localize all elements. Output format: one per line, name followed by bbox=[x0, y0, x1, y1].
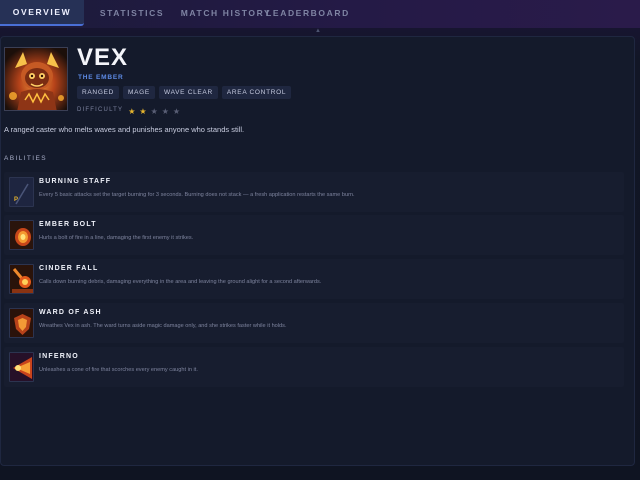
passive-key-label: P bbox=[14, 197, 19, 203]
difficulty-rating: DIFFICULTY ★ ★ ★ ★ ★ bbox=[77, 101, 184, 119]
champion-portrait-art-icon bbox=[5, 48, 67, 110]
meteor-icon bbox=[9, 264, 34, 294]
ability-row-ward-of-ash[interactable]: WARD OF ASH Wreathes Vex in ash. The war… bbox=[4, 303, 624, 343]
ability-row-cinder-fall[interactable]: CINDER FALL Calls down burning debris, d… bbox=[4, 259, 624, 299]
ability-description: Every 5 basic attacks set the target bur… bbox=[39, 192, 355, 198]
ability-name: CINDER FALL bbox=[39, 265, 99, 272]
fire-bolt-icon bbox=[9, 220, 34, 250]
tab-statistics[interactable]: STATISTICS bbox=[84, 0, 180, 26]
champion-name: VEX bbox=[77, 44, 129, 71]
ability-name: INFERNO bbox=[39, 353, 79, 360]
ability-name: EMBER BOLT bbox=[39, 221, 97, 228]
star-icon: ★ bbox=[150, 107, 158, 116]
ability-row-inferno[interactable]: INFERNO Unleashes a cone of fire that sc… bbox=[4, 347, 624, 387]
tab-match-history[interactable]: MATCH HISTORY bbox=[180, 0, 272, 26]
tag-mage: MAGE bbox=[123, 86, 155, 99]
star-icon: ★ bbox=[172, 107, 181, 116]
champion-title: THE EMBER bbox=[78, 74, 124, 81]
ability-name: BURNING STAFF bbox=[39, 178, 112, 185]
ability-description: Unleashes a cone of fire that scorches e… bbox=[39, 367, 198, 373]
champion-tags: RANGED MAGE WAVE CLEAR AREA CONTROL bbox=[77, 86, 292, 99]
tag-wave-clear: WAVE CLEAR bbox=[158, 86, 218, 99]
ability-description: Hurls a bolt of fire in a line, damaging… bbox=[39, 235, 194, 241]
ability-description: Wreathes Vex in ash. The ward turns asid… bbox=[39, 323, 287, 329]
staff-icon: P bbox=[9, 177, 34, 207]
ability-row-ember-bolt[interactable]: EMBER BOLT Hurls a bolt of fire in a lin… bbox=[4, 215, 624, 255]
difficulty-stars: ★ ★ ★ ★ ★ bbox=[128, 101, 184, 119]
difficulty-label: DIFFICULTY bbox=[77, 107, 124, 113]
shield-icon bbox=[9, 308, 34, 338]
champion-overview-panel: VEX THE EMBER RANGED MAGE WAVE CLEAR ARE… bbox=[0, 36, 635, 466]
champion-description: A ranged caster who melts waves and puni… bbox=[4, 125, 245, 134]
champion-portrait bbox=[4, 47, 68, 111]
tab-overview[interactable]: OVERVIEW bbox=[0, 0, 84, 26]
abilities-heading: ABILITIES bbox=[4, 155, 47, 162]
ability-description: Calls down burning debris, damaging ever… bbox=[39, 279, 322, 285]
caret-marker-icon: ▲ bbox=[315, 28, 321, 34]
flame-cone-icon bbox=[9, 352, 34, 382]
tab-leaderboard[interactable]: LEADERBOARD bbox=[266, 0, 348, 26]
top-navigation: OVERVIEW STATISTICS MATCH HISTORY LEADER… bbox=[0, 0, 640, 28]
tag-ranged: RANGED bbox=[77, 86, 120, 99]
ability-name: WARD OF ASH bbox=[39, 309, 102, 316]
star-icon: ★ bbox=[139, 107, 147, 116]
tag-area-control: AREA CONTROL bbox=[221, 86, 292, 99]
star-icon: ★ bbox=[128, 107, 136, 116]
star-icon: ★ bbox=[161, 107, 169, 116]
ability-row-burning-staff[interactable]: P BURNING STAFF Every 5 basic attacks se… bbox=[4, 172, 624, 212]
